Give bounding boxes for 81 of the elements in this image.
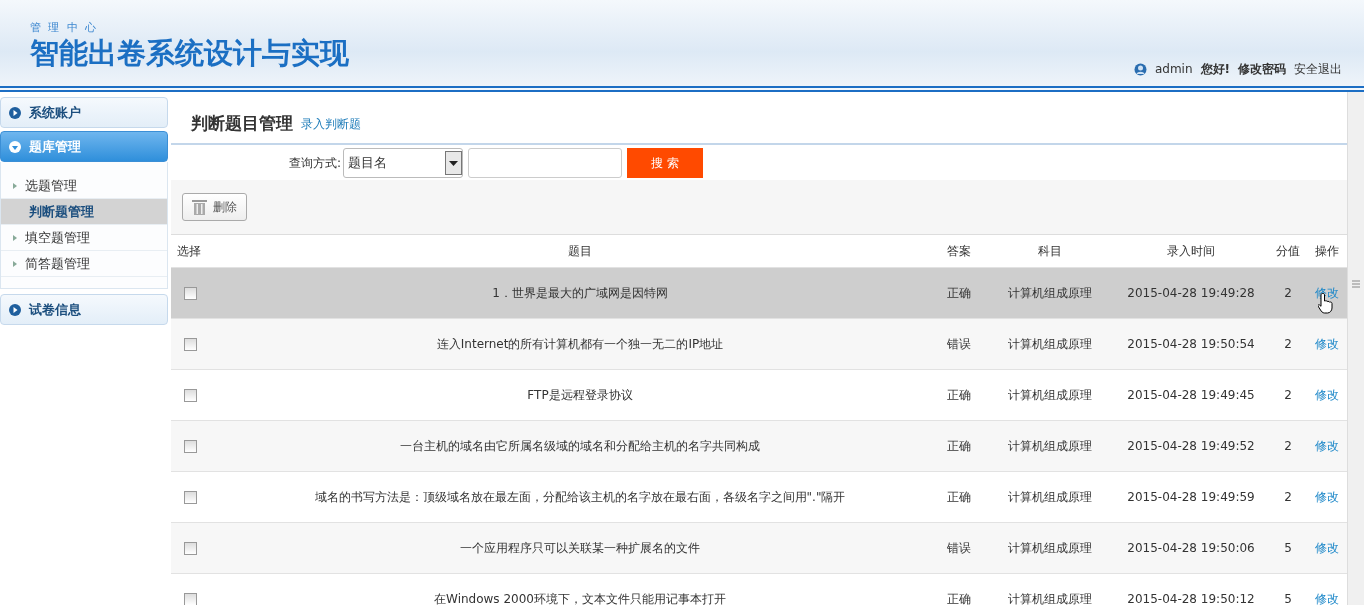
table-cell: 错误: [947, 336, 971, 351]
table-cell: 计算机组成原理: [1007, 489, 1092, 504]
table-cell: 1．世界是最大的广域网是因特网: [492, 285, 668, 300]
table-cell: 计算机组成原理: [1007, 438, 1092, 453]
column-header: 录入时间: [1167, 243, 1215, 258]
sidebar-item[interactable]: 填空题管理: [1, 225, 167, 251]
table-cell: 2: [1284, 489, 1292, 504]
table-cell: 2: [1284, 438, 1292, 453]
site-title: 智能出卷系统设计与实现: [30, 38, 349, 68]
greeting-text: 您好!: [1200, 61, 1230, 78]
scrollbar[interactable]: [1347, 92, 1364, 605]
column-header: 科目: [1037, 243, 1062, 258]
edit-link[interactable]: 修改: [1314, 591, 1339, 605]
edit-link[interactable]: 修改: [1314, 540, 1339, 555]
table-cell: 2015-04-28 19:50:06: [1127, 540, 1255, 555]
table-cell: 5: [1284, 591, 1292, 605]
row-checkbox[interactable]: [184, 337, 197, 351]
sidebar-group[interactable]: 系统账户: [0, 97, 168, 128]
column-header: 题目: [568, 243, 592, 258]
edit-link[interactable]: 修改: [1314, 336, 1339, 351]
table-cell: 计算机组成原理: [1007, 285, 1092, 300]
table-cell: 2015-04-28 19:49:52: [1127, 438, 1255, 453]
bullet-icon: [13, 182, 17, 189]
table-cell: 2: [1284, 285, 1292, 300]
row-checkbox[interactable]: [184, 439, 197, 453]
header-link[interactable]: 修改密码: [1238, 60, 1286, 78]
table-cell: 在Windows 2000环境下，文本文件只能用记事本打开: [434, 591, 726, 605]
row-checkbox[interactable]: [184, 490, 197, 504]
table-cell: FTP是远程登录协议: [527, 387, 633, 402]
table-cell: 计算机组成原理: [1007, 540, 1092, 555]
search-label: 查询方式:: [289, 154, 342, 172]
table-cell: 2015-04-28 19:49:28: [1127, 285, 1255, 300]
table-cell: 2015-04-28 19:49:59: [1127, 489, 1255, 504]
table-cell: 2: [1284, 387, 1292, 402]
table-cell: 域名的书写方法是：顶级域名放在最左面，分配给该主机的名字放在最右面，各级名字之间用"."隔开: [314, 489, 846, 504]
table-cell: 正确: [947, 489, 971, 504]
header-subtitle: 管 理 中 心: [30, 20, 99, 36]
row-checkbox[interactable]: [184, 592, 197, 605]
table-cell: 错误: [947, 540, 971, 555]
row-checkbox[interactable]: [184, 541, 197, 555]
header-link[interactable]: 安全退出: [1294, 60, 1342, 78]
table-cell: 5: [1284, 540, 1292, 555]
column-header: 操作: [1314, 243, 1339, 258]
table-cell: 2015-04-28 19:49:45: [1127, 387, 1255, 402]
table-cell: 连入Internet的所有计算机都有一个独一无二的IP地址: [436, 336, 724, 351]
column-header: 分值: [1276, 243, 1300, 258]
bullet-icon: [13, 234, 17, 241]
table-cell: 正确: [947, 438, 971, 453]
sidebar-group[interactable]: 试卷信息: [0, 294, 168, 325]
edit-link[interactable]: 修改: [1314, 387, 1339, 402]
add-link[interactable]: 录入判断题: [301, 115, 361, 133]
edit-link[interactable]: 修改: [1314, 489, 1339, 504]
trash-icon: [192, 199, 207, 215]
column-header: 答案: [947, 243, 971, 258]
delete-button[interactable]: 删除: [182, 193, 247, 221]
bullet-icon: [13, 260, 17, 267]
sidebar-item[interactable]: 简答题管理: [1, 251, 167, 277]
search-button[interactable]: 搜 索: [627, 147, 704, 178]
table-cell: 一台主机的域名由它所属名级域的域名和分配给主机的名字共同构成: [400, 438, 760, 453]
sidebar-item[interactable]: 判断题管理: [1, 199, 167, 225]
select-value: 题目名: [348, 153, 388, 172]
table-cell: 2015-04-28 19:50:12: [1127, 591, 1255, 605]
table-cell: 正确: [947, 591, 971, 605]
row-checkbox[interactable]: [184, 388, 197, 402]
table-cell: 一个应用程序只可以关联某一种扩展名的文件: [460, 540, 700, 555]
search-field[interactable]: [468, 147, 623, 178]
scroll-grip-icon: [1352, 280, 1360, 288]
column-header: 选择: [177, 243, 201, 258]
table-cell: 计算机组成原理: [1007, 387, 1092, 402]
table-cell: 计算机组成原理: [1007, 336, 1092, 351]
page-title: 判断题目管理: [191, 112, 293, 133]
table-cell: 计算机组成原理: [1007, 591, 1092, 605]
table-cell: 正确: [947, 387, 971, 402]
user-name: admin: [1154, 61, 1193, 78]
table-cell: 2: [1284, 336, 1292, 351]
table-cell: 2015-04-28 19:50:54: [1127, 336, 1255, 351]
row-checkbox[interactable]: [184, 286, 197, 300]
table-cell: 正确: [947, 285, 971, 300]
search-type-select[interactable]: 题目名: [343, 147, 464, 178]
edit-link[interactable]: 修改: [1314, 438, 1339, 453]
user-icon: [1133, 62, 1147, 76]
